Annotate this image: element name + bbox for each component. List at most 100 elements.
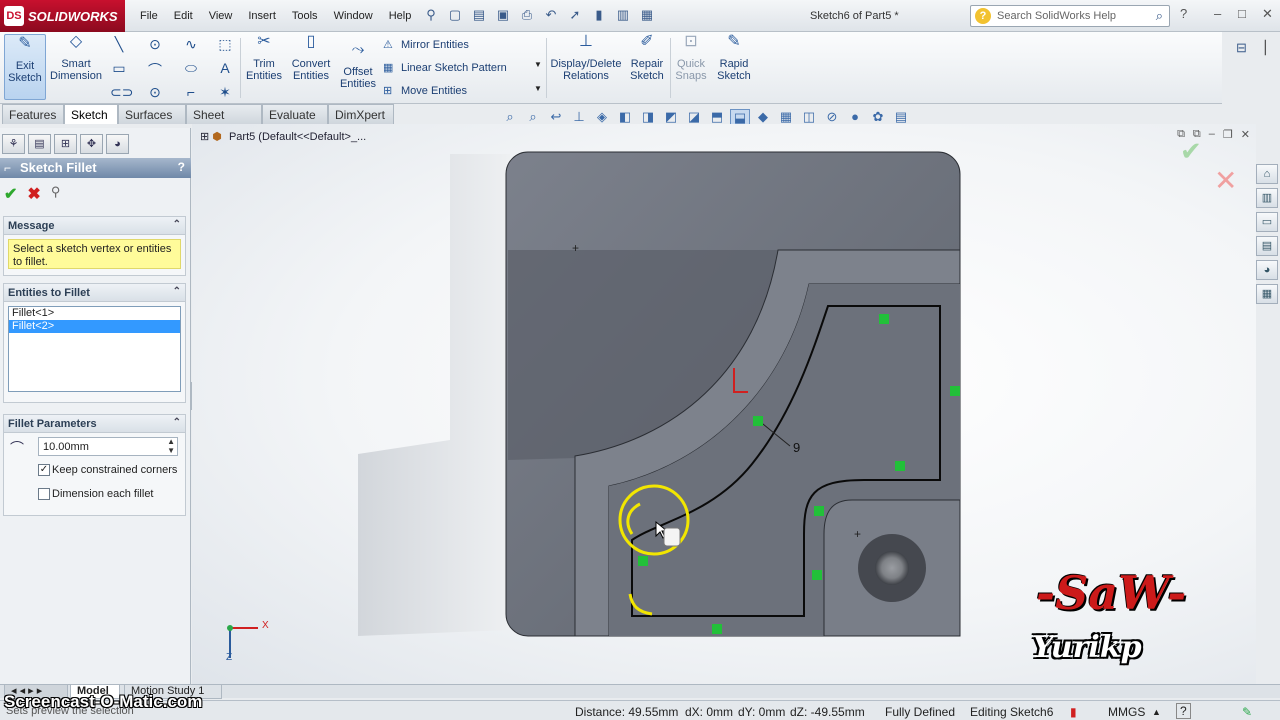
list-item[interactable]: Fillet<1> xyxy=(9,307,180,320)
keep-visible-pin-icon[interactable]: ⚲ xyxy=(51,184,61,204)
open-folder-icon[interactable]: ▤ xyxy=(468,7,490,25)
solidworks-logo[interactable]: DS SOLIDWORKS xyxy=(0,0,125,32)
sketch-fillet-icon[interactable]: ⌐ xyxy=(182,84,200,100)
params-header[interactable]: Fillet Parameters ⌃ xyxy=(4,415,185,433)
rectangle-icon[interactable]: ▭ xyxy=(110,60,128,77)
rebuild-icon[interactable]: ▮ xyxy=(588,7,610,25)
collapse-chevron-icon[interactable]: ⌃ xyxy=(173,219,181,230)
line-icon[interactable]: ╲ xyxy=(110,36,128,53)
circle-icon[interactable]: ⊙ xyxy=(146,36,164,53)
maximize-icon[interactable]: □ xyxy=(1238,6,1246,21)
dimension-each-checkbox[interactable] xyxy=(38,488,50,500)
menu-insert[interactable]: Insert xyxy=(240,8,284,24)
list-item[interactable]: Fillet<2> xyxy=(9,320,180,333)
solidworks-resources-icon[interactable]: ⌂ xyxy=(1256,164,1278,184)
tab-evaluate[interactable]: Evaluate xyxy=(262,104,328,124)
convert-entities-button[interactable]: ▯ Convert Entities xyxy=(288,34,334,83)
expand-icon[interactable]: ⊞ xyxy=(200,131,209,143)
text-icon[interactable]: A xyxy=(216,60,234,76)
viewport-close-icon[interactable]: ✕ xyxy=(1241,128,1250,141)
collapse-chevron-icon[interactable]: ⌃ xyxy=(173,417,181,428)
menu-file[interactable]: File xyxy=(132,8,166,24)
ellipse-icon[interactable]: ⬭ xyxy=(182,60,200,77)
property-manager-tab-icon[interactable]: ▤ xyxy=(28,134,51,154)
linear-pattern-button[interactable]: ▦ Linear Sketch Pattern xyxy=(383,61,507,74)
design-library-icon[interactable]: ▥ xyxy=(1256,188,1278,208)
save-icon[interactable]: ▣ xyxy=(492,7,514,25)
graphics-area[interactable]: + + 9 ⊞ ⬢ Part5 (Default<<Default>_... ✔… xyxy=(192,124,1256,684)
viewport-restore-icon[interactable]: ❐ xyxy=(1223,128,1233,141)
menu-help[interactable]: Help xyxy=(381,8,420,24)
pin-menu-icon[interactable]: ⚲ xyxy=(420,7,442,25)
fillet-grid-icon[interactable]: ⬚ xyxy=(216,36,234,53)
feature-manager-tab-icon[interactable]: ⚘ xyxy=(2,134,25,154)
search-icon[interactable]: ⌕ xyxy=(1156,8,1163,24)
options-icon[interactable]: ▦ xyxy=(636,7,658,25)
viewport-minimize-icon[interactable]: – xyxy=(1209,128,1215,141)
custom-properties-icon[interactable]: ▦ xyxy=(1256,284,1278,304)
view-palette-icon[interactable]: ▤ xyxy=(1256,236,1278,256)
polygon-icon[interactable]: ⊙ xyxy=(146,84,164,101)
units-dropdown-icon[interactable]: ▲ xyxy=(1152,707,1161,717)
message-header[interactable]: Message ⌃ xyxy=(4,217,185,235)
configuration-manager-tab-icon[interactable]: ⊞ xyxy=(54,134,77,154)
menu-tools[interactable]: Tools xyxy=(284,8,326,24)
viewport-tile-icon[interactable]: ⧉ xyxy=(1177,128,1185,141)
viewport-cascade-icon[interactable]: ⧉ xyxy=(1193,128,1201,141)
repair-sketch-button[interactable]: ✐ Repair Sketch xyxy=(628,34,666,83)
close-icon[interactable]: ✕ xyxy=(1262,6,1273,22)
tab-sheet-metal[interactable]: Sheet Metal xyxy=(186,104,262,136)
status-pencil-icon[interactable]: ✎ xyxy=(1242,705,1252,719)
tab-dimxpert[interactable]: DimXpert xyxy=(328,104,394,124)
display-delete-relations-button[interactable]: ⊥ Display/Delete Relations xyxy=(550,34,622,83)
tab-sketch[interactable]: Sketch xyxy=(64,104,118,124)
rapid-sketch-button[interactable]: ✎ Rapid Sketch xyxy=(714,34,754,83)
exit-sketch-button[interactable]: ✎ Exit Sketch xyxy=(4,34,46,100)
entities-header[interactable]: Entities to Fillet ⌃ xyxy=(4,284,185,302)
tab-surfaces[interactable]: Surfaces xyxy=(118,104,186,124)
new-document-icon[interactable]: ▢ xyxy=(444,7,466,25)
undo-icon[interactable]: ↶ xyxy=(540,7,562,25)
spline-icon[interactable]: ∿ xyxy=(182,36,200,53)
cancel-x-icon[interactable]: ✖ xyxy=(27,184,40,204)
slot-icon[interactable]: ⊂⊃ xyxy=(110,84,133,101)
tab-features[interactable]: Features xyxy=(2,104,64,124)
help-question-icon[interactable]: ? xyxy=(1180,6,1187,21)
fillet-radius-input[interactable]: 10.00mm xyxy=(38,437,178,456)
offset-entities-button[interactable]: ⤳ Offset Entities xyxy=(338,42,378,91)
feature-tree-flyout[interactable]: ⊞ ⬢ Part5 (Default<<Default>_... xyxy=(200,130,366,143)
select-arrow-icon[interactable]: ➚ xyxy=(564,7,586,25)
help-search-input[interactable]: ? Search SolidWorks Help ⌕ xyxy=(970,5,1170,27)
confirmation-cancel-icon[interactable]: ✕ xyxy=(1214,164,1237,197)
file-properties-icon[interactable]: ▥ xyxy=(612,7,634,25)
radius-spinner[interactable]: ▲ ▼ xyxy=(167,437,175,455)
ribbon-pin-icon[interactable]: ⎮ xyxy=(1262,40,1269,56)
quick-snaps-button[interactable]: ⊡ Quick Snaps xyxy=(674,34,708,83)
arc-icon[interactable]: ⌒ xyxy=(146,60,164,80)
collapse-chevron-icon[interactable]: ⌃ xyxy=(173,286,181,297)
pattern-dropdown-icon[interactable]: ▼ xyxy=(534,60,542,69)
smart-dimension-button[interactable]: ◇ Smart Dimension xyxy=(50,34,102,83)
keep-constrained-checkbox[interactable]: ✓ xyxy=(38,464,50,476)
collapse-ribbon-icon[interactable]: ⊟ xyxy=(1236,40,1247,56)
move-dropdown-icon[interactable]: ▼ xyxy=(534,84,542,93)
rebuild-status-icon[interactable]: ▮ xyxy=(1070,705,1077,719)
menu-edit[interactable]: Edit xyxy=(166,8,201,24)
status-units[interactable]: MMGS xyxy=(1108,705,1145,719)
mirror-entities-button[interactable]: ⚠ Mirror Entities xyxy=(383,38,469,51)
file-explorer-icon[interactable]: ▭ xyxy=(1256,212,1278,232)
appearances-icon[interactable]: ◕ xyxy=(1256,260,1278,280)
print-icon[interactable]: ⎙ xyxy=(516,7,538,25)
trim-entities-button[interactable]: ✂ Trim Entities xyxy=(244,34,284,83)
move-entities-button[interactable]: ⊞ Move Entities xyxy=(383,84,467,97)
menu-window[interactable]: Window xyxy=(326,8,381,24)
display-manager-tab-icon[interactable]: ◕ xyxy=(106,134,129,154)
ok-check-icon[interactable]: ✔ xyxy=(4,184,17,204)
status-help-icon[interactable]: ? xyxy=(1176,703,1191,719)
dimxpert-manager-tab-icon[interactable]: ✥ xyxy=(80,134,103,154)
minimize-icon[interactable]: – xyxy=(1214,6,1221,21)
menu-view[interactable]: View xyxy=(201,8,241,24)
entities-listbox[interactable]: Fillet<1> Fillet<2> xyxy=(8,306,181,392)
point-icon[interactable]: ✶ xyxy=(216,84,234,101)
pm-help-icon[interactable]: ? xyxy=(178,160,185,174)
